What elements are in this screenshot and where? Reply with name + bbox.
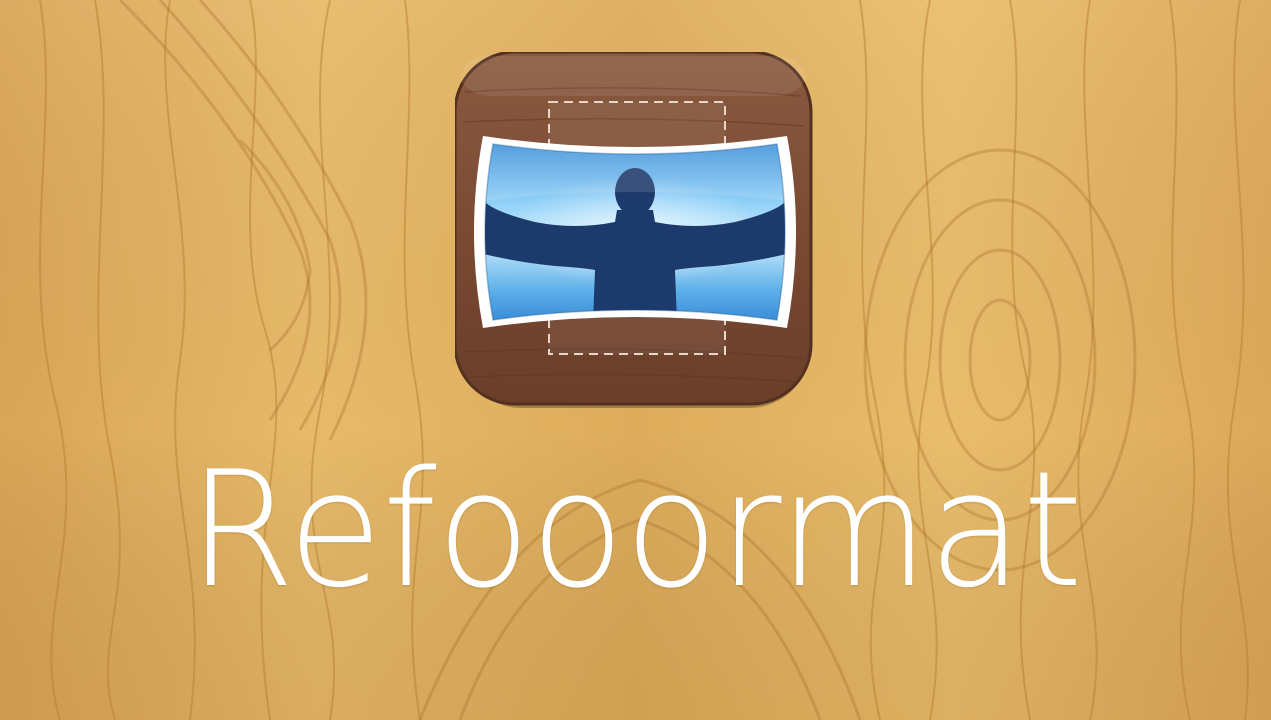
app-name: Refooormat <box>188 436 1083 623</box>
reformat-icon <box>455 52 813 408</box>
app-icon[interactable] <box>455 52 815 410</box>
splash-screen: Refooormat <box>0 0 1271 720</box>
